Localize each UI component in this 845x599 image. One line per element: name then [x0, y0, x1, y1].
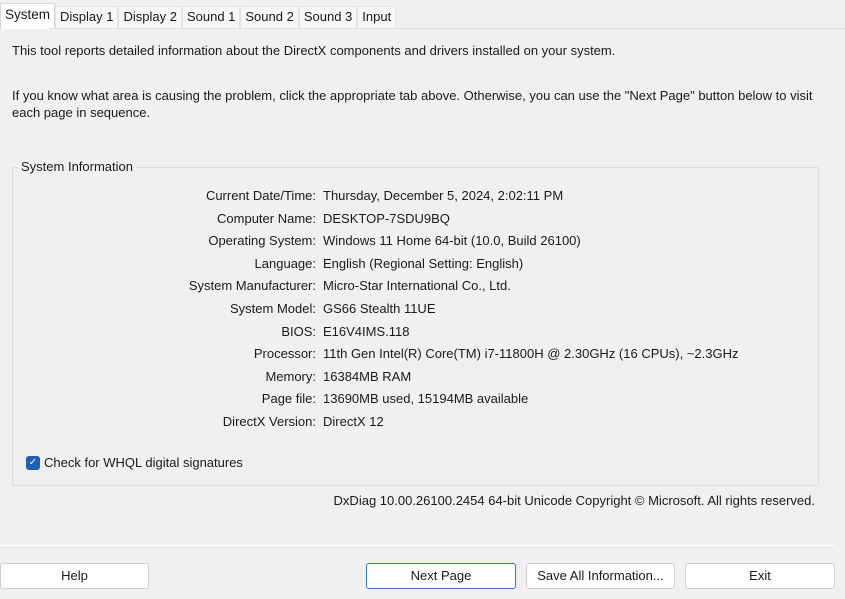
info-row: Computer Name: DESKTOP-7SDU9BQ	[13, 211, 818, 231]
tab-bar: System Display 1 Display 2 Sound 1 Sound 2 So…	[0, 3, 397, 29]
info-label: Computer Name:	[217, 210, 316, 226]
info-value: 16384MB RAM	[323, 368, 412, 384]
info-row: BIOS: E16V4IMS.118	[13, 324, 818, 344]
info-value: Micro-Star International Co., Ltd.	[323, 278, 511, 294]
info-value: 13690MB used, 15194MB available	[323, 391, 529, 407]
info-row: DirectX Version: DirectX 12	[13, 414, 818, 434]
save-all-information-button[interactable]: Save All Information...	[526, 563, 675, 589]
instructions-text: If you know what area is causing the pro…	[12, 88, 813, 120]
tab-display-1[interactable]: Display 1	[55, 6, 119, 28]
checkmark-icon: ✓	[26, 455, 40, 470]
info-value: E16V4IMS.118	[323, 323, 410, 339]
info-value: DirectX 12	[323, 414, 384, 429]
info-value: DESKTOP-7SDU9BQ	[323, 210, 450, 226]
exit-button[interactable]: Exit	[685, 563, 835, 589]
info-value: 11th Gen Intel(R) Core(TM) i7-11800H @ 2…	[323, 346, 739, 362]
tab-display-2[interactable]: Display 2	[118, 6, 182, 28]
tab-input[interactable]: Input	[357, 6, 397, 28]
info-label: System Manufacturer:	[188, 278, 316, 294]
info-row: System Manufacturer: Micro-Star Internati…	[13, 278, 818, 298]
info-label: BIOS:	[281, 323, 316, 339]
next-page-button[interactable]: Next Page	[366, 563, 516, 589]
system-information-group: System Information ✓ Check for WHQL digi…	[12, 159, 819, 486]
tab-sound-1[interactable]: Sound 1	[181, 6, 241, 28]
info-row: Language: English (Regional Setting: Engl…	[13, 256, 818, 276]
intro-text: This tool reports detailed information a…	[12, 43, 616, 58]
info-value: English (Regional Setting: English)	[323, 255, 524, 271]
whql-label: Check for WHQL digital signatures	[44, 455, 243, 470]
info-label: System Model:	[230, 301, 316, 316]
info-row: System Model: GS66 Stealth 11UE	[13, 301, 818, 321]
info-value: GS66 Stealth 11UE	[323, 301, 436, 316]
separator	[0, 545, 835, 546]
whql-checkbox[interactable]: ✓ Check for WHQL digital signatures	[26, 455, 243, 470]
info-row: Memory: 16384MB RAM	[13, 369, 818, 389]
info-value: Thursday, December 5, 2024, 2:02:11 PM	[323, 188, 564, 203]
info-value: Windows 11 Home 64-bit (10.0, Build 2610…	[323, 233, 581, 249]
tab-sound-2[interactable]: Sound 2	[240, 6, 299, 28]
version-info: DxDiag 10.00.26100.2454 64-bit Unicode C…	[333, 493, 815, 508]
tab-divider	[49, 28, 845, 29]
info-label: Current Date/Time:	[205, 188, 316, 203]
tab-sound-3[interactable]: Sound 3	[298, 6, 358, 28]
info-label: Language:	[254, 255, 316, 271]
info-label: Page file:	[261, 391, 316, 407]
info-label: Processor:	[253, 346, 316, 362]
info-label: Memory:	[265, 368, 316, 384]
group-title: System Information	[18, 159, 136, 174]
info-label: DirectX Version:	[222, 414, 316, 429]
info-row: Page file: 13690MB used, 15194MB availabl…	[13, 391, 818, 411]
help-button[interactable]: Help	[0, 563, 149, 589]
tab-system[interactable]: System	[0, 3, 56, 29]
info-row: Operating System: Windows 11 Home 64-bit …	[13, 233, 818, 253]
info-row: Processor: 11th Gen Intel(R) Core(TM) i7-…	[13, 346, 818, 366]
info-row: Current Date/Time: Thursday, December 5, …	[13, 188, 818, 208]
info-label: Operating System:	[208, 233, 316, 249]
